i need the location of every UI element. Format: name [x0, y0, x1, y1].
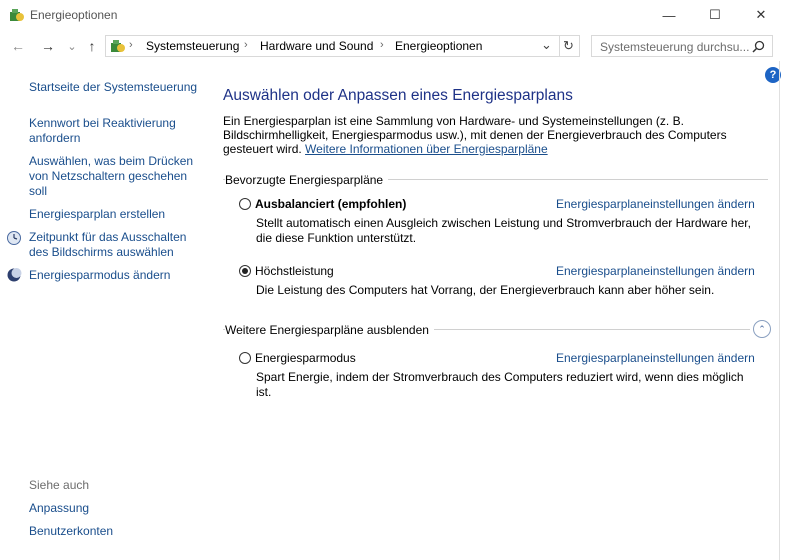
control-panel-icon	[111, 40, 125, 52]
search-input[interactable]: Systemsteuerung durchsu...	[600, 40, 749, 54]
change-settings-link-ausbalanciert[interactable]: Energiesparplaneinstellungen ändern	[556, 197, 755, 211]
more-info-link[interactable]: Weitere Informationen über Energiesparpl…	[305, 142, 548, 156]
sidebar-item-netzschalter[interactable]: Auswählen, was beim Drücken von Netzscha…	[29, 154, 199, 199]
plan-desc-energiesparmodus: Spart Energie, indem der Stromverbrauch …	[256, 370, 744, 399]
display-timer-icon	[7, 231, 21, 245]
up-button[interactable]: ↑	[82, 36, 102, 56]
preferred-plans-heading: Bevorzugte Energiesparpläne	[225, 173, 389, 187]
page-title-text: Auswählen oder Anpassen eines Energiespa…	[223, 87, 573, 104]
change-settings-link-hoechstleistung[interactable]: Energiesparplaneinstellungen ändern	[556, 264, 755, 278]
breadcrumb-separator: ›	[380, 39, 384, 51]
plan-desc-hoechstleistung: Die Leistung des Computers hat Vorrang, …	[256, 283, 715, 297]
radio-energiesparmodus[interactable]	[239, 352, 251, 364]
plan-name-energiesparmodus[interactable]: Energiesparmodus	[255, 351, 356, 365]
refresh-icon[interactable]: ↻	[563, 38, 574, 54]
radio-hoechstleistung[interactable]	[239, 265, 251, 277]
plan-desc-ausbalanciert: Stellt automatisch einen Ausgleich zwisc…	[256, 216, 751, 245]
recent-locations-button[interactable]: ⌄	[62, 36, 82, 56]
sidebar-item-bildschirm[interactable]: Zeitpunkt für das Ausschalten des Bildsc…	[29, 230, 199, 260]
radio-ausbalanciert[interactable]	[239, 198, 251, 210]
see-also-heading: Siehe auch	[29, 478, 90, 492]
change-settings-link-energiesparmodus[interactable]: Energiesparplaneinstellungen ändern	[556, 351, 755, 365]
minimize-button[interactable]: —	[646, 0, 692, 30]
collapse-chevron-icon[interactable]: ⌃	[753, 320, 771, 338]
breadcrumb-systemsteuerung[interactable]: Systemsteuerung	[146, 39, 239, 53]
title-bar: Energieoptionen — ☐ ✕	[0, 0, 785, 30]
scrollbar[interactable]	[779, 61, 785, 560]
maximize-button[interactable]: ☐	[692, 0, 738, 30]
forward-button[interactable]: →	[38, 36, 58, 56]
address-divider	[559, 36, 560, 56]
sleep-moon-icon	[7, 268, 22, 282]
page-title: Auswählen oder Anpassen eines Energiespa…	[223, 87, 573, 105]
breadcrumb-hardware-und-sound[interactable]: Hardware und Sound	[260, 39, 373, 53]
see-also-anpassung[interactable]: Anpassung	[29, 501, 199, 516]
see-also-benutzerkonten[interactable]: Benutzerkonten	[29, 524, 199, 539]
window-title: Energieoptionen	[30, 8, 118, 22]
sidebar-item-plan-erstellen[interactable]: Energiesparplan erstellen	[29, 207, 199, 222]
more-plans-heading[interactable]: Weitere Energiesparpläne ausblenden	[225, 323, 434, 337]
power-options-icon	[10, 9, 24, 21]
search-icon[interactable]	[752, 40, 765, 53]
sidebar-home-link[interactable]: Startseite der Systemsteuerung	[29, 80, 199, 95]
breadcrumb-separator: ›	[244, 39, 248, 51]
page-description: Ein Energiesparplan ist eine Sammlung vo…	[223, 114, 773, 156]
sidebar-item-kennwort[interactable]: Kennwort bei Reaktivierung anfordern	[29, 116, 199, 146]
breadcrumb-separator: ›	[129, 39, 133, 51]
plan-name-ausbalanciert[interactable]: Ausbalanciert (empfohlen)	[255, 197, 406, 211]
back-button[interactable]: ←	[8, 36, 28, 56]
close-button[interactable]: ✕	[738, 0, 784, 30]
breadcrumb-energieoptionen[interactable]: Energieoptionen	[395, 39, 482, 53]
address-dropdown-icon[interactable]: ⌄	[541, 37, 552, 53]
sidebar-item-energiesparmodus[interactable]: Energiesparmodus ändern	[29, 268, 199, 283]
plan-name-hoechstleistung[interactable]: Höchstleistung	[255, 264, 334, 278]
